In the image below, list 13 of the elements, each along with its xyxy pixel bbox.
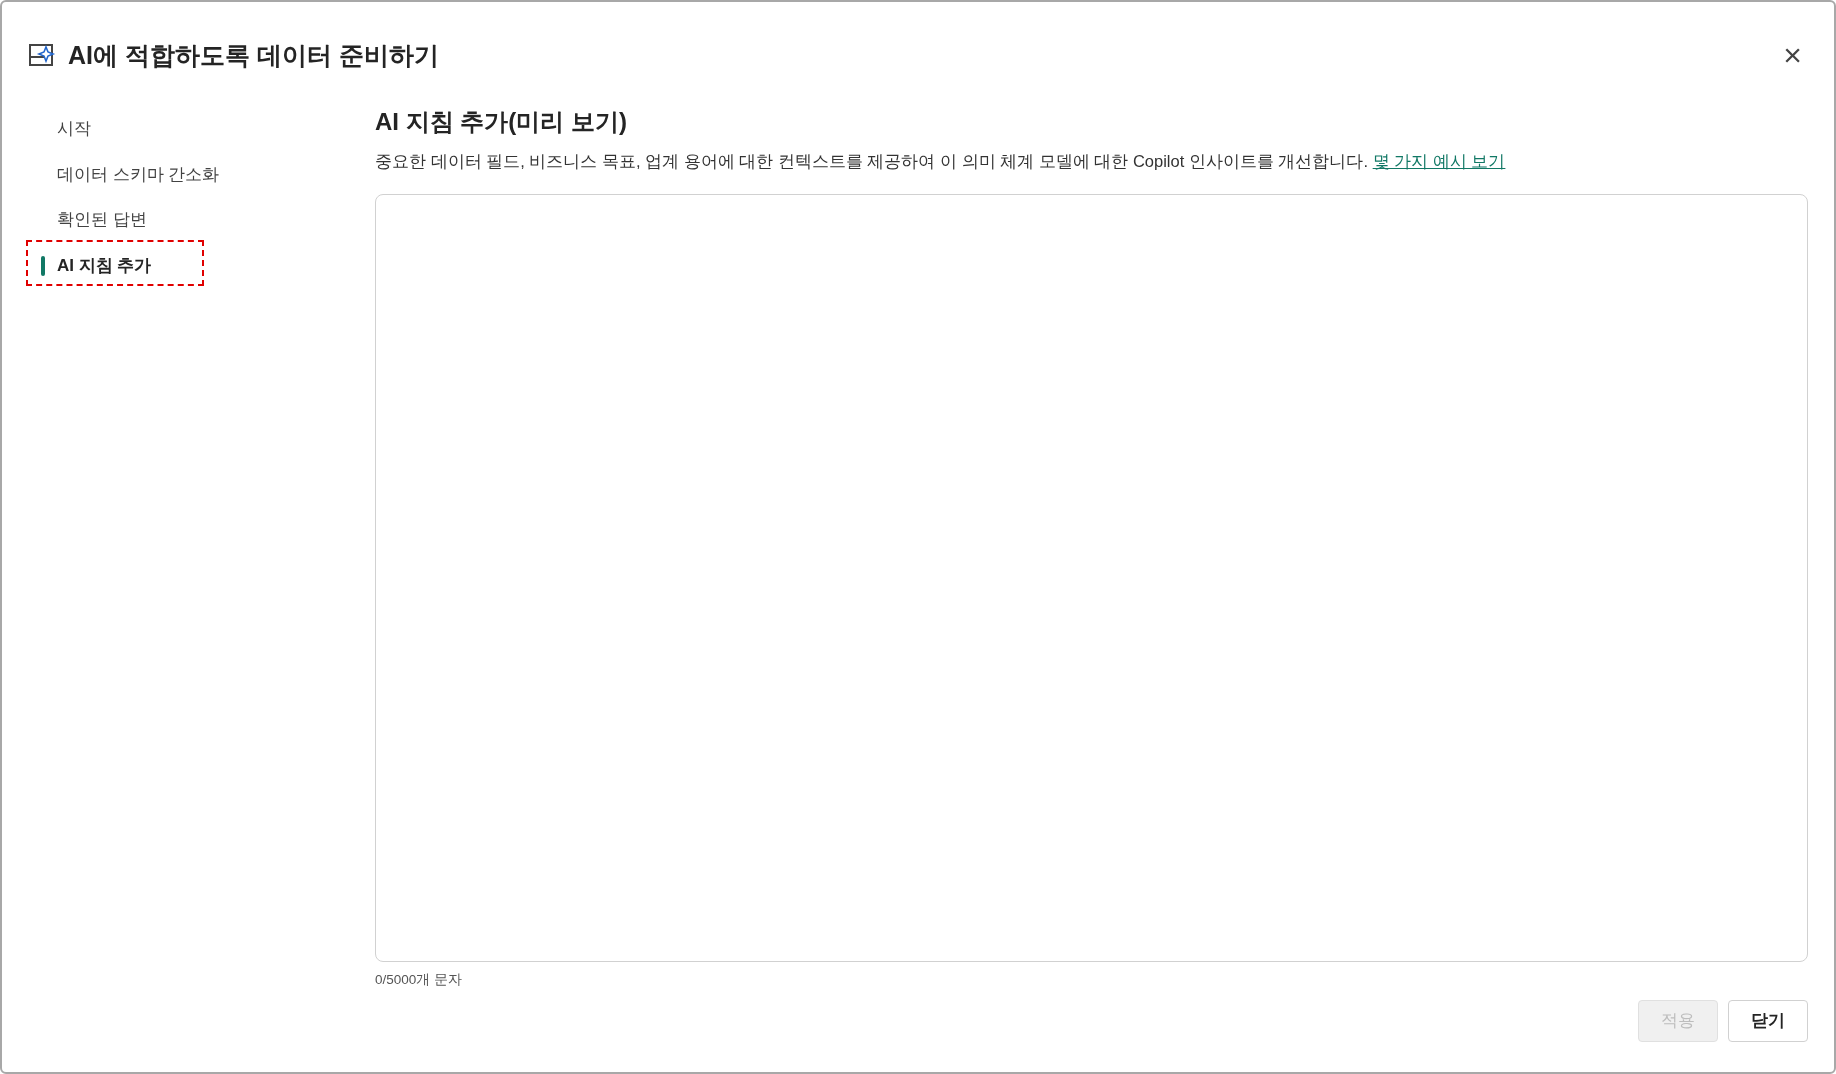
examples-link[interactable]: 몇 가지 예시 보기 xyxy=(1372,151,1506,170)
sidebar-item[interactable]: 확인된 답변 xyxy=(28,205,147,235)
dialog-title: AI에 적합하도록 데이터 준비하기 xyxy=(68,40,439,70)
sidebar-item[interactable]: 시작 xyxy=(28,114,91,144)
sidebar-item[interactable]: 데이터 스키마 간소화 xyxy=(28,159,220,189)
selection-indicator xyxy=(41,255,45,276)
character-count: 0/5000개 문자 xyxy=(375,970,464,989)
description-text: 중요한 데이터 필드, 비즈니스 목표, 업계 용어에 대한 컨텍스트를 제공하여 이 의미 체계 모델에 대한 Copilot 인사이트를 개선합니다. 몇 가지 예시 보기 xyxy=(375,150,1507,172)
close-dialog-button[interactable]: 닫기 xyxy=(1728,1000,1808,1042)
instructions-input[interactable] xyxy=(375,193,1808,962)
close-button[interactable]: × xyxy=(1777,39,1808,71)
sidebar-item[interactable]: AI 지침 추가 xyxy=(28,250,152,280)
section-heading: AI 지침 추가(미리 보기) xyxy=(375,108,628,137)
